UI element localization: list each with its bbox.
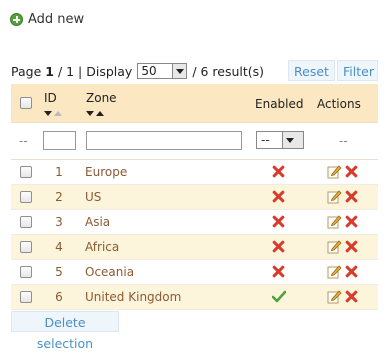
delete-x-icon xyxy=(345,240,358,253)
enabled-toggle[interactable] xyxy=(272,190,285,203)
delete-button[interactable] xyxy=(345,190,358,203)
row-checkbox[interactable] xyxy=(20,216,32,228)
table-body: 1 Europe 2 US 3 Asia 4 Africa 5 Oceania 6 United Ki… xyxy=(11,160,378,310)
delete-x-icon xyxy=(345,190,358,203)
table-row: 6 United Kingdom xyxy=(11,285,378,310)
sort-zone-controls xyxy=(86,111,104,116)
filter-row: -- -- -- xyxy=(11,123,378,160)
zone-name-link[interactable]: United Kingdom xyxy=(85,290,181,304)
row-checkbox[interactable] xyxy=(20,191,32,203)
edit-button[interactable] xyxy=(327,264,342,282)
row-checkbox[interactable] xyxy=(20,241,32,253)
row-checkbox[interactable] xyxy=(20,266,32,278)
column-header-enabled: Enabled xyxy=(255,97,304,111)
enabled-toggle[interactable] xyxy=(272,215,285,228)
row-id: 2 xyxy=(55,190,63,204)
row-id: 1 xyxy=(55,165,63,179)
current-page: 1 xyxy=(45,63,54,79)
zone-name-link[interactable]: US xyxy=(85,190,101,204)
table-row: 5 Oceania xyxy=(11,260,378,285)
delete-x-icon xyxy=(345,165,358,178)
pagination-bar: Page 1 / 1 | Display 50 / 6 result(s) xyxy=(11,62,264,80)
edit-button[interactable] xyxy=(327,289,342,307)
column-header-id: ID xyxy=(44,91,57,105)
sort-desc-icon[interactable] xyxy=(86,111,94,116)
zone-name-link[interactable]: Asia xyxy=(85,215,110,229)
delete-button[interactable] xyxy=(345,215,358,228)
zone-filter-input[interactable] xyxy=(86,131,242,150)
edit-pencil-icon xyxy=(327,190,342,204)
edit-pencil-icon xyxy=(327,240,342,254)
page-separator: / 1 | Display xyxy=(57,63,133,79)
delete-button[interactable] xyxy=(345,265,358,278)
disabled-x-icon xyxy=(272,240,285,253)
disabled-x-icon xyxy=(272,215,285,228)
delete-x-icon xyxy=(345,290,358,303)
actions-filter-placeholder: -- xyxy=(339,134,348,148)
sort-asc-icon[interactable] xyxy=(54,111,62,116)
filter-button[interactable]: Filter xyxy=(337,60,378,81)
row-id: 4 xyxy=(55,240,63,254)
enabled-toggle[interactable] xyxy=(272,265,285,278)
zones-table: ID Zone Enabled Actions -- -- -- 1 Europe… xyxy=(11,84,378,310)
delete-selection-button[interactable]: Delete selection xyxy=(11,311,119,351)
page-prefix: Page xyxy=(11,63,42,79)
row-id: 5 xyxy=(55,265,63,279)
enabled-toggle[interactable] xyxy=(272,165,285,178)
reset-button[interactable]: Reset xyxy=(288,60,335,81)
per-page-value: 50 xyxy=(141,64,157,78)
delete-button[interactable] xyxy=(345,240,358,253)
table-row: 4 Africa xyxy=(11,235,378,260)
table-header: ID Zone Enabled Actions xyxy=(11,84,378,123)
delete-button[interactable] xyxy=(345,165,358,178)
per-page-select[interactable]: 50 xyxy=(137,63,188,79)
enabled-toggle[interactable] xyxy=(271,290,287,306)
sort-id-controls xyxy=(44,111,62,116)
disabled-x-icon xyxy=(272,165,285,178)
delete-x-icon xyxy=(345,215,358,228)
chevron-down-icon xyxy=(172,64,187,78)
row-id: 3 xyxy=(55,215,63,229)
chevron-down-icon xyxy=(281,132,303,148)
column-header-actions: Actions xyxy=(317,97,361,111)
disabled-x-icon xyxy=(272,265,285,278)
enabled-filter-select[interactable]: -- xyxy=(256,131,304,149)
row-id: 6 xyxy=(55,290,63,304)
delete-x-icon xyxy=(345,265,358,278)
enabled-filter-value: -- xyxy=(261,133,270,147)
id-filter-input[interactable] xyxy=(43,131,76,150)
table-row: 2 US xyxy=(11,185,378,210)
edit-pencil-icon xyxy=(327,165,342,179)
add-icon xyxy=(10,12,23,26)
sort-asc-icon[interactable] xyxy=(96,111,104,116)
table-row: 1 Europe xyxy=(11,160,378,185)
zone-name-link[interactable]: Europe xyxy=(85,165,127,179)
zone-name-link[interactable]: Africa xyxy=(85,240,119,254)
zone-name-link[interactable]: Oceania xyxy=(85,265,134,279)
column-header-zone: Zone xyxy=(86,91,117,105)
filter-placeholder: -- xyxy=(19,134,28,148)
edit-button[interactable] xyxy=(327,239,342,257)
add-new-label: Add new xyxy=(28,11,85,27)
select-all-checkbox[interactable] xyxy=(20,97,32,109)
edit-pencil-icon xyxy=(327,265,342,279)
sort-desc-icon[interactable] xyxy=(44,111,52,116)
row-checkbox[interactable] xyxy=(20,291,32,303)
results-count: / 6 result(s) xyxy=(192,63,265,79)
edit-pencil-icon xyxy=(327,290,342,304)
check-icon xyxy=(271,290,287,303)
edit-pencil-icon xyxy=(327,215,342,229)
edit-button[interactable] xyxy=(327,189,342,207)
disabled-x-icon xyxy=(272,190,285,203)
delete-button[interactable] xyxy=(345,290,358,303)
add-new-link[interactable]: Add new xyxy=(10,11,84,27)
edit-button[interactable] xyxy=(327,214,342,232)
row-checkbox[interactable] xyxy=(20,166,32,178)
enabled-toggle[interactable] xyxy=(272,240,285,253)
table-row: 3 Asia xyxy=(11,210,378,235)
edit-button[interactable] xyxy=(327,164,342,182)
